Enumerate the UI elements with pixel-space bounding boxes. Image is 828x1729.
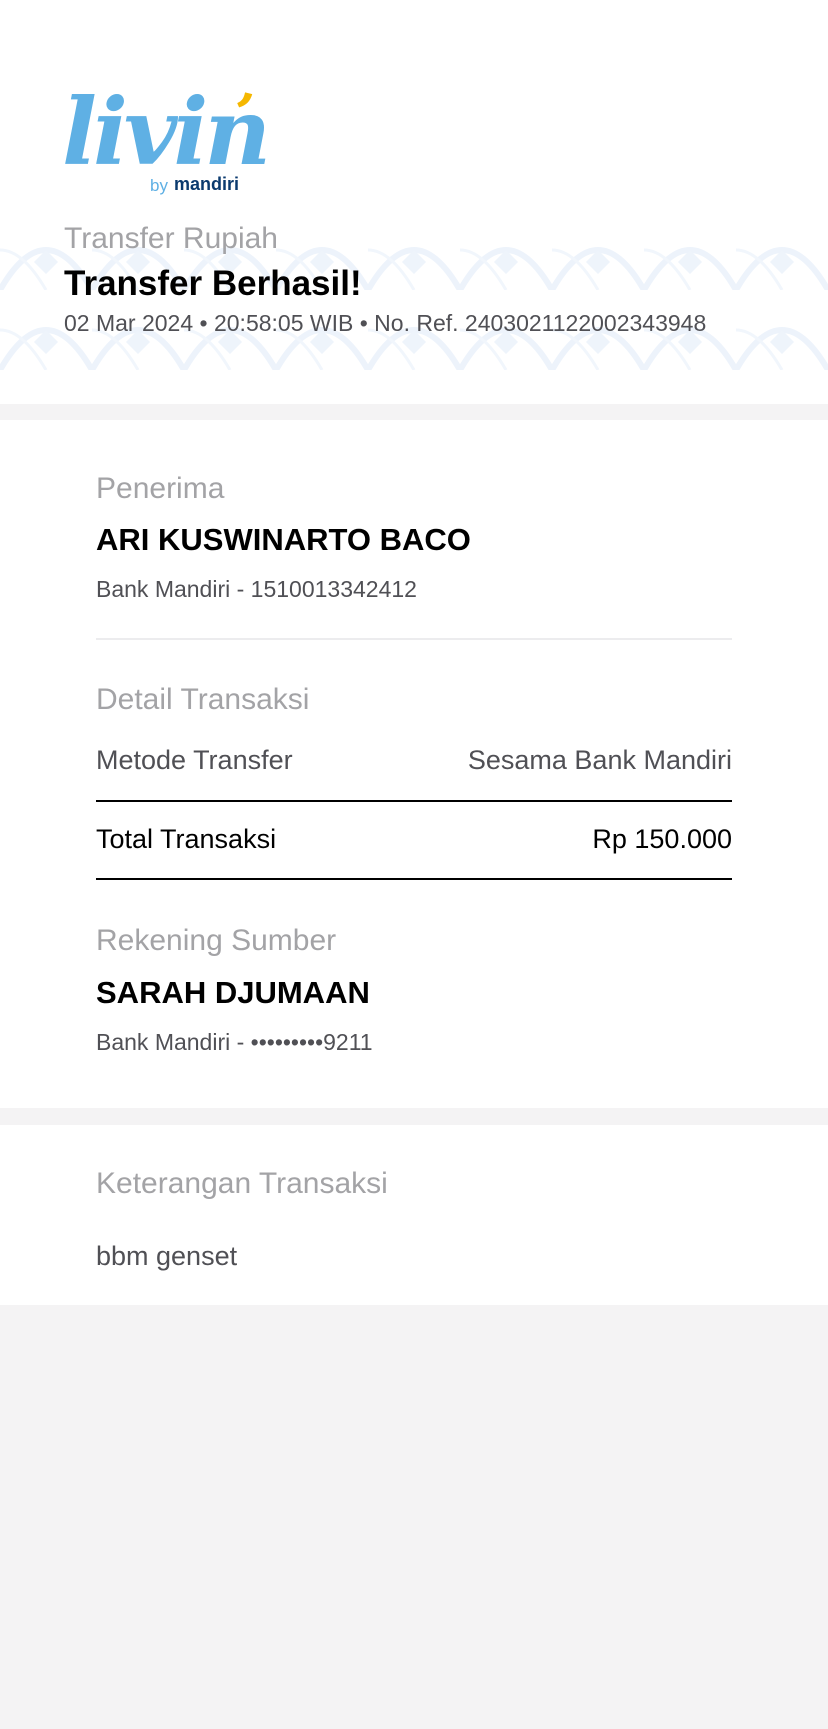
livin-logo: livin ’ by mandiri <box>62 80 271 202</box>
source-account: Bank Mandiri - •••••••••9211 <box>96 1029 373 1055</box>
details-label: Detail Transaksi <box>96 683 310 716</box>
page-title: Transfer Berhasil! <box>64 264 362 303</box>
note-value: bbm genset <box>96 1241 238 1271</box>
source-name: SARAH DJUMAAN <box>96 975 370 1010</box>
logo-by: by <box>150 176 168 195</box>
recipient-name: ARI KUSWINARTO BACO <box>96 522 471 557</box>
recipient-label: Penerima <box>96 472 225 505</box>
total-value: Rp 150.000 <box>592 824 732 854</box>
divider <box>96 878 732 880</box>
transfer-type: Transfer Rupiah <box>64 222 278 255</box>
transaction-meta: 02 Mar 2024 • 20:58:05 WIB • No. Ref. 24… <box>64 310 707 336</box>
note-card: Keterangan Transaksi bbm genset <box>0 1125 828 1305</box>
total-label: Total Transaksi <box>96 824 277 854</box>
receipt-header: livin ’ by mandiri Transfer Rupiah Trans… <box>0 0 828 404</box>
divider <box>96 800 732 802</box>
source-label: Rekening Sumber <box>96 924 337 957</box>
note-label: Keterangan Transaksi <box>96 1167 388 1200</box>
divider <box>96 638 732 640</box>
method-label: Metode Transfer <box>96 745 293 775</box>
transaction-card: Penerima ARI KUSWINARTO BACO Bank Mandir… <box>0 420 828 1108</box>
recipient-account: Bank Mandiri - 1510013342412 <box>96 576 417 602</box>
logo-brand: mandiri <box>174 174 240 194</box>
method-value: Sesama Bank Mandiri <box>467 745 732 775</box>
